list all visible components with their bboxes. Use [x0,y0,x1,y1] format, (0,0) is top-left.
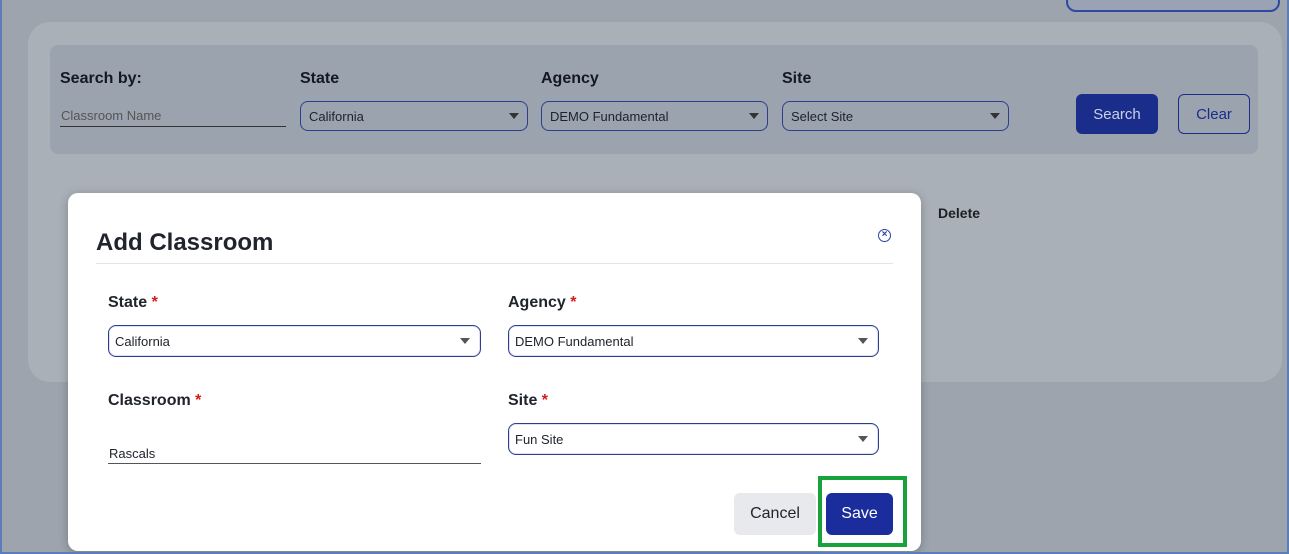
agency-label-text: Agency [508,294,566,311]
save-button[interactable]: Save [826,493,893,535]
classroom-label-text: Classroom [108,392,191,409]
site-label-text: Site [508,392,538,409]
cancel-button[interactable]: Cancel [734,493,816,535]
site-select[interactable]: Fun Site [508,423,879,455]
clear-button[interactable]: Clear [1178,94,1250,134]
state-filter-label: State [300,70,340,87]
classroom-field-label: Classroom * [108,392,201,410]
site-filter-value: Select Site [791,108,854,124]
site-filter-select[interactable]: Select Site [782,101,1009,131]
agency-filter-value: DEMO Fundamental [550,108,669,124]
state-label-text: State [108,294,148,311]
top-action-button[interactable] [1066,0,1280,12]
classroom-name-value: Rascals [109,446,156,461]
required-marker: * [541,392,549,409]
classroom-name-input[interactable]: Rascals [108,440,481,464]
agency-field-label: Agency * [508,294,576,312]
required-marker: * [151,294,158,311]
modal-divider [96,263,893,264]
chevron-down-icon [858,338,868,344]
chevron-down-icon [509,113,519,119]
chevron-down-icon [990,113,1000,119]
agency-select-value: DEMO Fundamental [515,333,634,349]
classroom-name-search-input[interactable]: Classroom Name [60,108,286,127]
site-filter-label: Site [782,70,812,87]
state-filter-value: California [309,108,364,124]
agency-filter-label: Agency [541,70,599,87]
modal-title: Add Classroom [96,229,274,256]
chevron-down-icon [749,113,759,119]
required-marker: * [570,294,577,311]
chevron-down-icon [858,436,868,442]
site-field-label: Site * [508,392,548,410]
state-select[interactable]: California [108,325,481,357]
state-select-value: California [115,333,170,349]
agency-filter-select[interactable]: DEMO Fundamental [541,101,768,131]
required-marker: * [195,392,202,409]
search-by-label: Search by: [60,70,142,87]
state-field-label: State * [108,294,158,312]
search-button[interactable]: Search [1076,94,1158,134]
state-filter-select[interactable]: California [300,101,528,131]
chevron-down-icon [460,338,470,344]
agency-select[interactable]: DEMO Fundamental [508,325,879,357]
close-circle-icon[interactable]: × [878,229,891,242]
add-classroom-modal: Add Classroom × State * California Agenc… [68,193,921,551]
delete-column-header: Delete [938,205,981,221]
site-select-value: Fun Site [515,431,564,447]
